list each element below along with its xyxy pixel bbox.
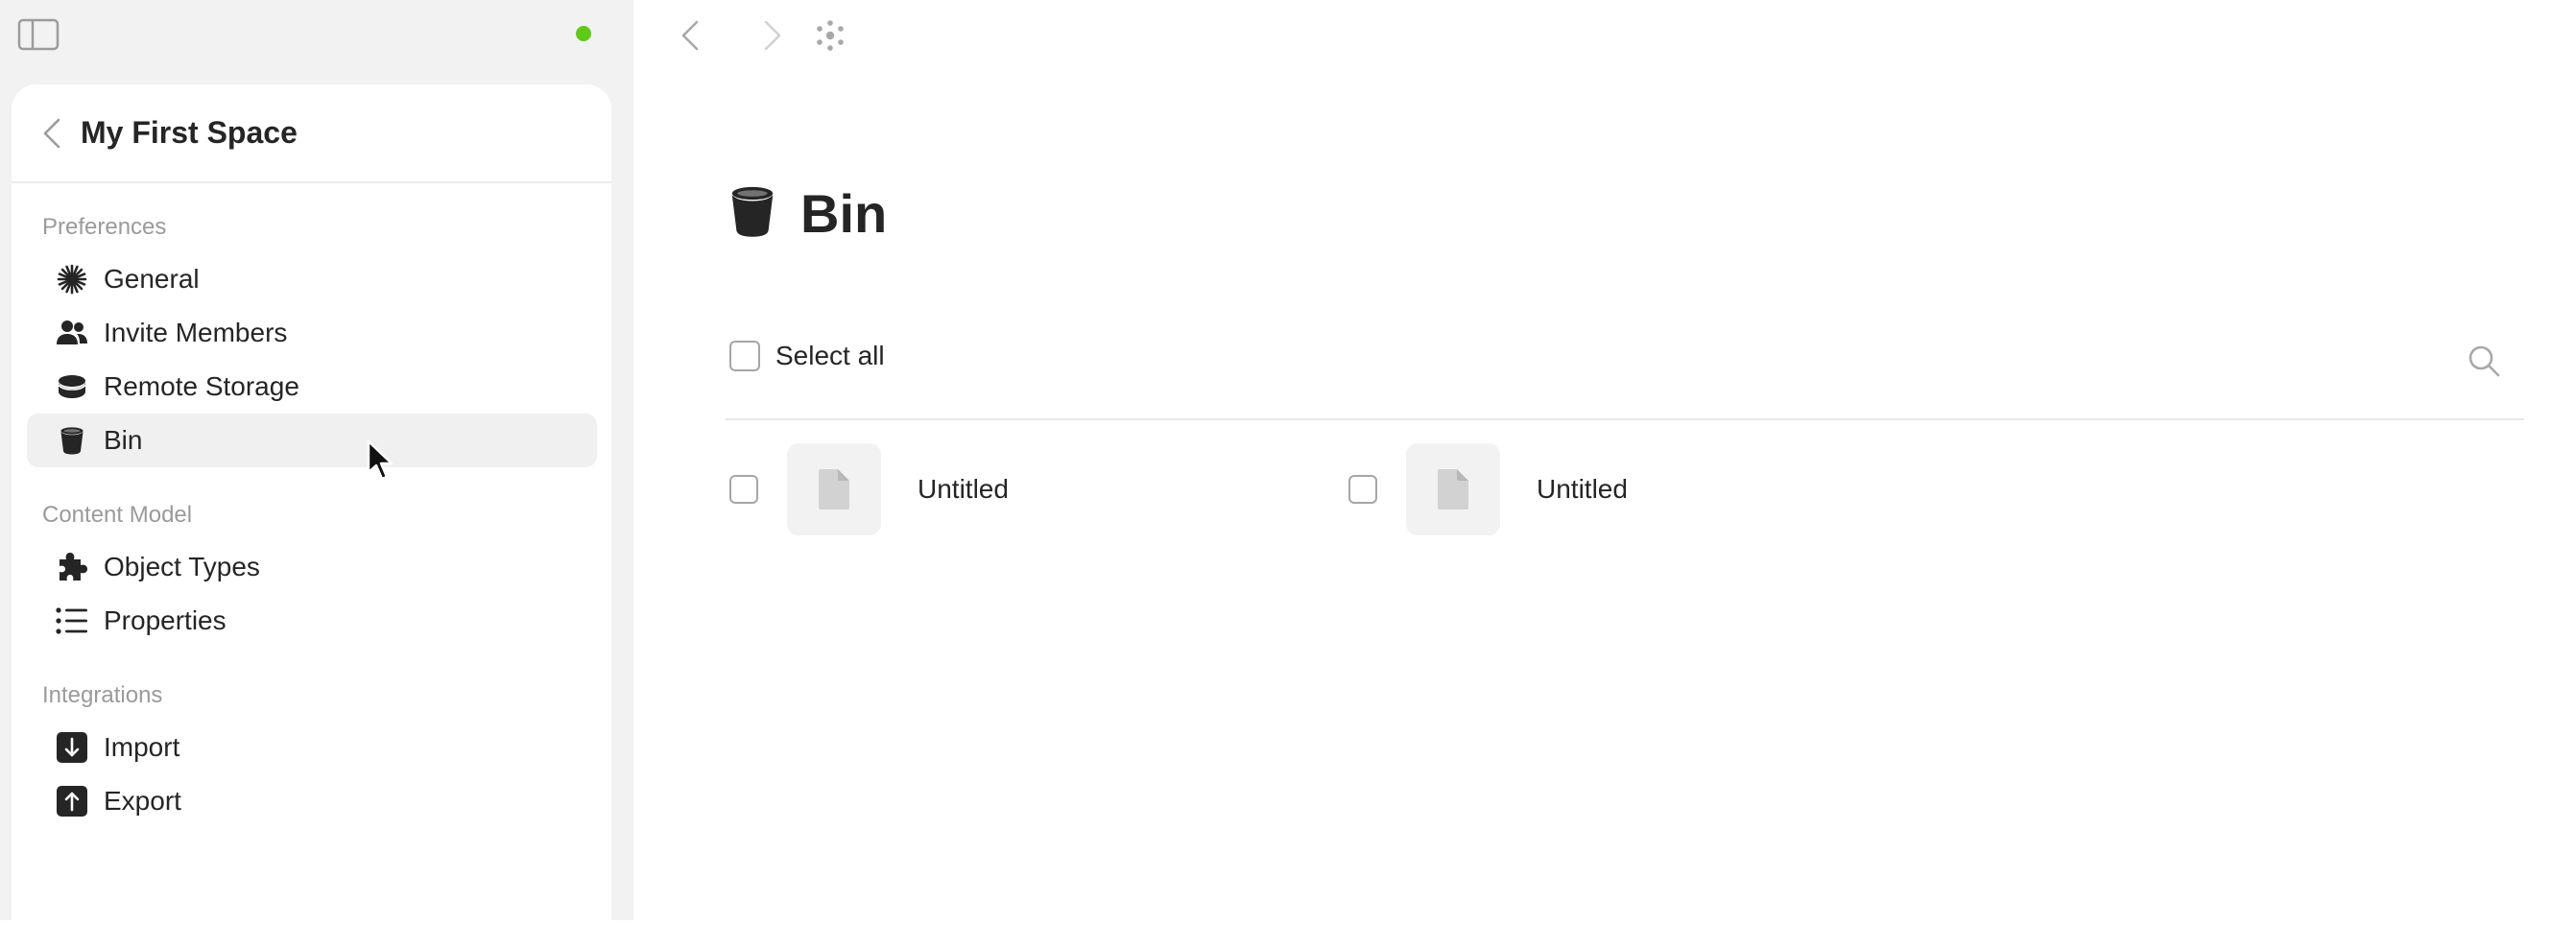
object-name: Untitled bbox=[918, 474, 1009, 504]
mouse-cursor-icon bbox=[367, 439, 394, 481]
select-all[interactable]: Select all bbox=[729, 341, 885, 371]
document-icon bbox=[1438, 469, 1468, 510]
page-header: Bin bbox=[729, 182, 887, 245]
members-icon bbox=[56, 317, 88, 349]
object-thumbnail bbox=[787, 443, 881, 535]
document-icon bbox=[819, 469, 849, 510]
section-label-content-model: Content Model bbox=[42, 502, 193, 528]
object-checkbox[interactable] bbox=[1348, 475, 1377, 504]
sidebar-item-remote-storage[interactable]: Remote Storage bbox=[27, 360, 597, 414]
bin-icon bbox=[56, 424, 88, 457]
panel-header: My First Space bbox=[12, 84, 611, 183]
sidebar-item-label: General bbox=[104, 264, 200, 294]
sidebar-item-properties[interactable]: Properties bbox=[27, 594, 597, 648]
settings-panel: My First Space Preferences General Invit… bbox=[12, 84, 611, 948]
select-all-label: Select all bbox=[775, 341, 885, 370]
chevron-left-icon bbox=[681, 20, 699, 51]
list-divider bbox=[726, 418, 2524, 420]
asterisk-icon bbox=[56, 263, 88, 296]
back-button[interactable] bbox=[25, 107, 79, 160]
forward-navigation-button[interactable] bbox=[751, 13, 795, 58]
chevron-right-icon bbox=[764, 20, 781, 51]
sync-status-indicator[interactable] bbox=[576, 26, 591, 41]
sidebar-item-label: Export bbox=[104, 786, 181, 816]
import-icon bbox=[56, 731, 88, 764]
list-icon bbox=[56, 604, 88, 637]
graph-icon bbox=[817, 20, 844, 51]
sidebar-item-label: Import bbox=[104, 732, 180, 762]
section-label-integrations: Integrations bbox=[42, 682, 163, 708]
bin-icon bbox=[729, 184, 775, 243]
sidebar-item-label: Remote Storage bbox=[104, 371, 299, 401]
sidebar-item-label: Object Types bbox=[104, 552, 260, 581]
space-title: My First Space bbox=[81, 115, 298, 150]
object-checkbox[interactable] bbox=[729, 475, 758, 504]
graph-button[interactable] bbox=[808, 13, 852, 58]
chevron-left-icon bbox=[43, 118, 60, 148]
sidebar-item-export[interactable]: Export bbox=[27, 774, 597, 828]
search-icon bbox=[2469, 345, 2500, 377]
page-title: Bin bbox=[800, 183, 888, 244]
sidebar-item-general[interactable]: General bbox=[27, 252, 597, 306]
bin-object-card[interactable]: Untitled bbox=[1348, 443, 1628, 535]
puzzle-icon bbox=[56, 551, 88, 583]
back-navigation-button[interactable] bbox=[668, 13, 712, 58]
select-all-checkbox[interactable] bbox=[729, 341, 760, 371]
export-icon bbox=[56, 785, 88, 818]
sidebar-item-label: Properties bbox=[104, 605, 227, 635]
sidebar-item-label: Invite Members bbox=[104, 318, 288, 347]
section-label-preferences: Preferences bbox=[42, 214, 167, 240]
sidebar-item-object-types[interactable]: Object Types bbox=[27, 540, 597, 594]
storage-icon bbox=[56, 370, 88, 403]
sidebar-item-bin[interactable]: Bin bbox=[27, 414, 597, 467]
sidebar-item-import[interactable]: Import bbox=[27, 721, 597, 774]
sidebar-toggle-icon[interactable] bbox=[16, 18, 60, 51]
sidebar: My First Space Preferences General Invit… bbox=[0, 0, 633, 948]
sidebar-item-invite-members[interactable]: Invite Members bbox=[27, 306, 597, 360]
object-thumbnail bbox=[1406, 443, 1500, 535]
object-name: Untitled bbox=[1537, 474, 1628, 504]
bin-object-card[interactable]: Untitled bbox=[729, 443, 1009, 535]
search-button[interactable] bbox=[2463, 340, 2505, 382]
sidebar-item-label: Bin bbox=[104, 425, 143, 455]
